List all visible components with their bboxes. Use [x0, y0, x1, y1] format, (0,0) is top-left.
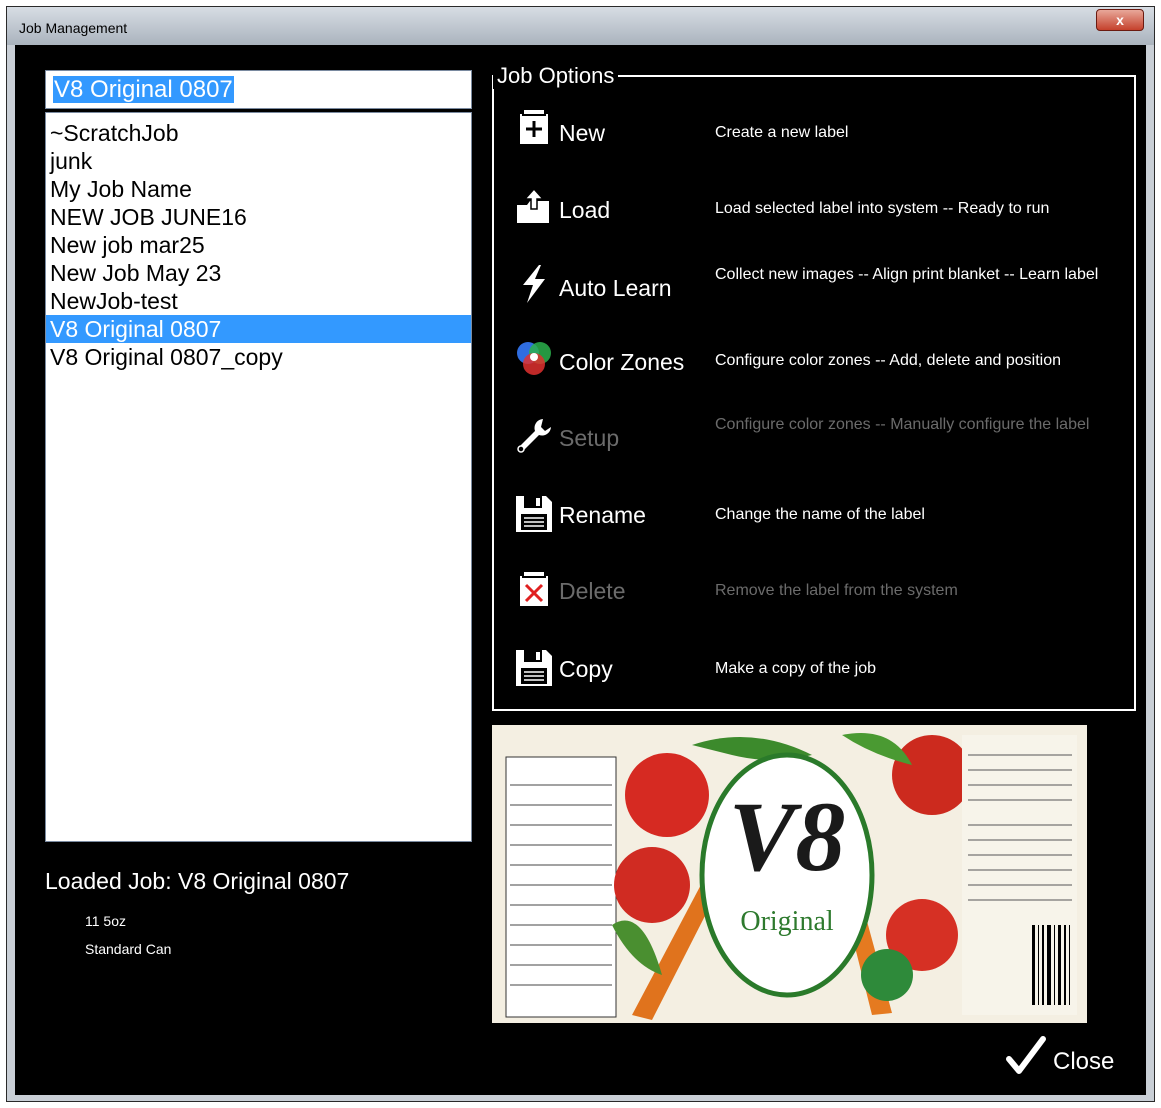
color-circles-icon[interactable]: [513, 339, 555, 381]
load-description: Load selected label into system -- Ready…: [715, 200, 1050, 217]
brand-logo-text: V8: [729, 781, 846, 892]
rename-button[interactable]: Rename: [559, 502, 646, 529]
dialog-content: V8 Original 0807 ~ScratchJob junk My Job…: [15, 45, 1146, 1095]
delete-description: Remove the label from the system: [715, 582, 958, 599]
job-list-item[interactable]: ~ScratchJob: [46, 119, 471, 147]
label-preview-image: V8 Original: [492, 725, 1087, 1023]
variant-logo-text: Original: [740, 906, 834, 937]
copy-description: Make a copy of the job: [715, 660, 876, 677]
job-name-input-value: V8 Original 0807: [53, 76, 234, 103]
new-button[interactable]: New: [559, 120, 605, 147]
load-folder-icon[interactable]: [513, 185, 555, 227]
job-list-item[interactable]: New Job May 23: [46, 259, 471, 287]
setup-description: Configure color zones -- Manually config…: [715, 416, 1090, 433]
copy-button[interactable]: Copy: [559, 656, 613, 683]
color-zones-button[interactable]: Color Zones: [559, 349, 684, 376]
job-name-input[interactable]: V8 Original 0807: [45, 70, 472, 109]
job-list-item[interactable]: New job mar25: [46, 231, 471, 259]
floppy-disk-icon[interactable]: [513, 493, 555, 535]
job-list-item[interactable]: junk: [46, 147, 471, 175]
delete-document-icon: [518, 570, 550, 608]
lightning-bolt-icon[interactable]: [513, 263, 555, 305]
window-title: Job Management: [19, 20, 128, 36]
job-list-item[interactable]: NEW JOB JUNE16: [46, 203, 471, 231]
wrench-icon: [517, 419, 551, 453]
floppy-disk-icon[interactable]: [513, 647, 555, 689]
close-icon: x: [1116, 12, 1124, 28]
job-list-item-selected[interactable]: V8 Original 0807: [46, 315, 471, 343]
job-options-title: Job Options: [493, 63, 619, 89]
job-list-item[interactable]: NewJob-test: [46, 287, 471, 315]
title-bar[interactable]: Job Management x: [7, 7, 1154, 45]
delete-button: Delete: [559, 578, 626, 604]
job-options-group: [492, 75, 1136, 711]
auto-learn-button[interactable]: Auto Learn: [559, 275, 672, 302]
loaded-job-label: Loaded Job: V8 Original 0807: [45, 868, 350, 894]
checkmark-icon: [1006, 1036, 1046, 1074]
setup-button: Setup: [559, 425, 620, 451]
job-management-window: Job Management x V8 Original 0807 ~Scrat…: [6, 6, 1155, 1102]
color-zones-description: Configure color zones -- Add, delete and…: [715, 352, 1061, 369]
load-button[interactable]: Load: [559, 197, 610, 224]
job-list[interactable]: ~ScratchJob junk My Job Name NEW JOB JUN…: [45, 112, 472, 842]
window-close-button[interactable]: x: [1096, 9, 1144, 31]
close-button-label[interactable]: Close: [1053, 1048, 1114, 1076]
rename-description: Change the name of the label: [715, 506, 925, 523]
new-description: Create a new label: [715, 124, 849, 141]
new-document-icon[interactable]: [513, 107, 555, 149]
job-list-item[interactable]: V8 Original 0807_copy: [46, 343, 471, 371]
job-list-item[interactable]: My Job Name: [46, 175, 471, 203]
loaded-job-size: 11 5oz: [85, 913, 126, 929]
loaded-job-container: Standard Can: [85, 941, 172, 957]
auto-learn-description: Collect new images -- Align print blanke…: [715, 266, 1099, 283]
